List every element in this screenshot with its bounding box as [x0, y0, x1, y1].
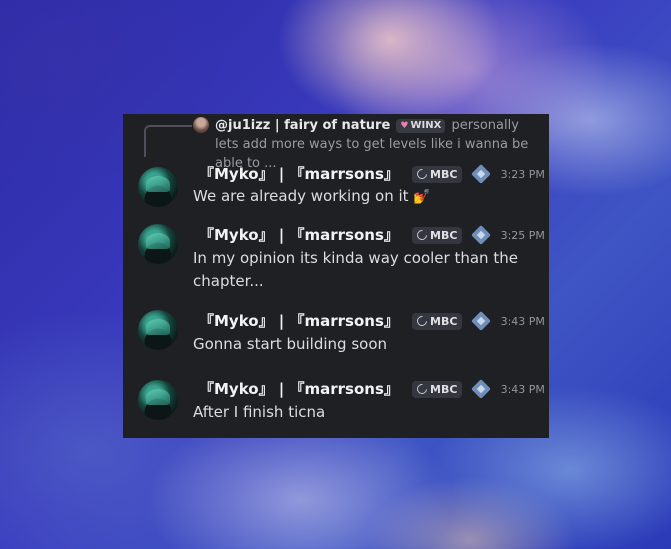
moon-icon: [414, 313, 430, 328]
moon-icon: [414, 381, 430, 396]
moon-icon: [414, 227, 430, 242]
timestamp: 3:43 PM: [500, 314, 545, 328]
message-header: 『Myko』 | 『marrsons』 MBC 3:43 PM: [199, 310, 545, 332]
message-text: We are already working on it 💅: [193, 185, 538, 209]
message-header: 『Myko』 | 『marrsons』 MBC 3:25 PM: [199, 224, 545, 246]
avatar[interactable]: [138, 167, 178, 207]
reply-username[interactable]: @ju1izz | fairy of nature: [215, 118, 390, 133]
timestamp: 3:25 PM: [500, 228, 545, 242]
role-icon[interactable]: [470, 164, 491, 184]
server-tag-label: MBC: [430, 228, 458, 242]
server-tag-label: MBC: [430, 167, 458, 181]
timestamp: 3:43 PM: [500, 382, 545, 396]
reply-reference[interactable]: @ju1izz | fairy of nature ♥ WINX personal…: [123, 114, 549, 171]
server-tag[interactable]: MBC: [412, 165, 463, 183]
message-header: 『Myko』 | 『marrsons』 MBC 3:43 PM: [199, 378, 545, 400]
avatar[interactable]: [138, 380, 178, 420]
message-text: After I finish ticna: [193, 403, 326, 421]
winx-badge: ♥ WINX: [396, 119, 446, 133]
username[interactable]: 『Myko』 | 『marrsons』: [199, 310, 399, 332]
server-tag[interactable]: MBC: [412, 226, 463, 244]
message-header: 『Myko』 | 『marrsons』 MBC 3:23 PM: [199, 163, 545, 185]
message-content: We are already working on it: [193, 187, 409, 205]
nail-polish-emoji: 💅: [413, 189, 431, 205]
role-icon[interactable]: [470, 379, 491, 399]
heart-icon: ♥: [400, 121, 409, 131]
server-tag-label: MBC: [430, 314, 458, 328]
server-tag-label: MBC: [430, 382, 458, 396]
server-tag[interactable]: MBC: [412, 312, 463, 330]
timestamp: 3:23 PM: [500, 167, 545, 181]
username[interactable]: 『Myko』 | 『marrsons』: [199, 163, 399, 185]
chat-panel: @ju1izz | fairy of nature ♥ WINX personal…: [123, 114, 549, 438]
moon-icon: [414, 166, 430, 181]
reply-avatar[interactable]: [193, 117, 209, 133]
reply-connector-line: [144, 125, 192, 157]
message-text: In my opinion its kinda way cooler than …: [193, 249, 518, 290]
winx-badge-label: WINX: [410, 120, 442, 131]
avatar[interactable]: [138, 310, 178, 350]
username[interactable]: 『Myko』 | 『marrsons』: [199, 378, 399, 400]
username[interactable]: 『Myko』 | 『marrsons』: [199, 224, 399, 246]
message-text: Gonna start building soon: [193, 335, 388, 353]
avatar[interactable]: [138, 224, 178, 264]
role-icon[interactable]: [470, 225, 491, 245]
role-icon[interactable]: [470, 311, 491, 331]
server-tag[interactable]: MBC: [412, 380, 463, 398]
